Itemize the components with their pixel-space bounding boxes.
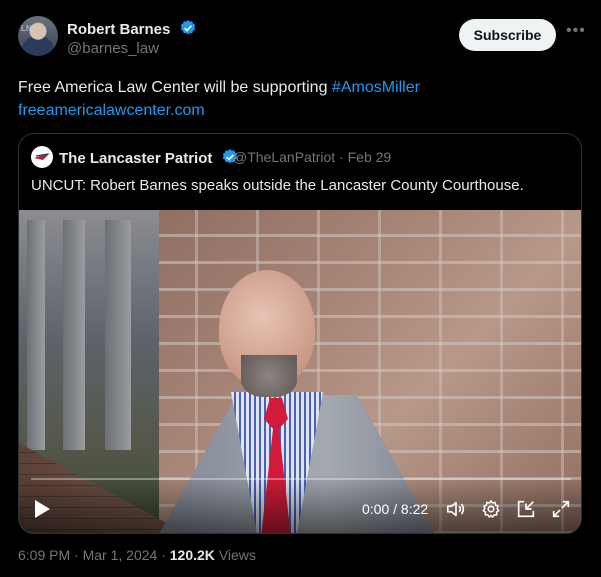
video-time-separator: / [389, 501, 401, 517]
tweet-date[interactable]: Mar 1, 2024 [83, 547, 158, 563]
video-progress-bar[interactable] [31, 478, 571, 480]
video-duration: 8:22 [400, 501, 429, 517]
hashtag-link[interactable]: #AmosMiller [332, 79, 420, 96]
settings-gear-icon[interactable] [480, 498, 502, 520]
quoted-date[interactable]: Feb 29 [348, 149, 392, 165]
author-avatar[interactable] [18, 16, 58, 56]
patriot-logo-icon [34, 153, 50, 160]
tweet-time[interactable]: 6:09 PM [18, 547, 70, 563]
video-player[interactable]: 0:00 / 8:22 [19, 210, 581, 533]
website-link[interactable]: freeamericalawcenter.com [18, 102, 205, 119]
quoted-tweet-card[interactable]: The Lancaster Patriot @TheLanPatriot · F… [18, 133, 582, 534]
quoted-tweet-text: UNCUT: Robert Barnes speaks outside the … [31, 177, 524, 194]
quoted-handle[interactable]: @TheLanPatriot [233, 149, 335, 165]
tweet-text: Free America Law Center will be supporti… [18, 76, 578, 122]
speaker-beard [241, 355, 297, 397]
verified-badge-icon [180, 20, 195, 35]
picture-in-picture-icon[interactable] [515, 498, 537, 520]
quoted-separator: · [339, 149, 344, 165]
play-icon[interactable] [33, 499, 51, 519]
author-name-text[interactable]: Robert Barnes [67, 21, 170, 38]
quoted-author-avatar[interactable] [31, 146, 53, 168]
volume-icon[interactable] [445, 498, 467, 520]
quoted-author-name-text[interactable]: The Lancaster Patriot [59, 150, 212, 167]
fullscreen-icon[interactable] [550, 498, 572, 520]
tweet-text-body: Free America Law Center will be supporti… [18, 79, 332, 96]
footer-dot-2: · [161, 547, 166, 563]
views-label: Views [218, 547, 256, 563]
video-current-time: 0:00 [362, 501, 390, 517]
video-time: 0:00 / 8:22 [362, 501, 428, 517]
quoted-meta: @TheLanPatriot · Feb 29 [233, 149, 391, 165]
subscribe-button[interactable]: Subscribe [459, 19, 556, 51]
author-name[interactable]: Robert Barnes [67, 19, 197, 38]
more-options-icon[interactable]: ••• [566, 23, 586, 42]
tweet-footer: 6:09 PM · Mar 1, 2024 · 120.2K Views [18, 547, 256, 563]
author-handle[interactable]: @barnes_law [67, 40, 159, 57]
views-count: 120.2K [169, 547, 215, 563]
footer-dot: · [74, 547, 79, 563]
quoted-author-name[interactable]: The Lancaster Patriot [59, 148, 239, 167]
